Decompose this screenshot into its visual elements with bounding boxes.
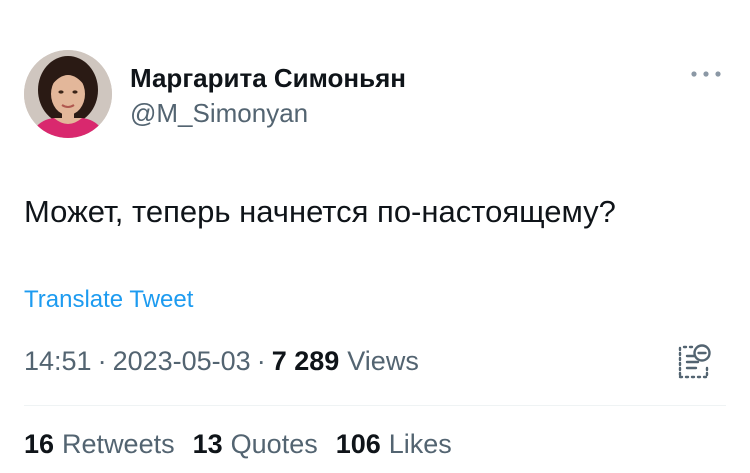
- retweets-stat[interactable]: 16 Retweets: [24, 426, 175, 462]
- more-dots-icon: [691, 71, 721, 77]
- avatar-image: [24, 50, 112, 138]
- retweets-count: 16: [24, 429, 55, 459]
- tweet-time[interactable]: 14:51: [24, 343, 92, 379]
- tweet-stats: 16 Retweets 13 Quotes 106 Likes: [24, 426, 470, 462]
- quotes-stat[interactable]: 13 Quotes: [193, 426, 318, 462]
- quotes-count: 13: [192, 429, 223, 459]
- author-handle[interactable]: @M_Simonyan: [130, 97, 308, 129]
- likes-count: 106: [335, 429, 381, 459]
- author-name[interactable]: Маргарита Симоньян: [130, 62, 406, 94]
- divider: [24, 405, 726, 406]
- avatar[interactable]: [24, 50, 112, 138]
- translate-tweet-link[interactable]: Translate Tweet: [24, 285, 193, 315]
- retweets-label: Retweets: [62, 429, 175, 459]
- quotes-label: Quotes: [230, 429, 318, 459]
- analytics-button[interactable]: [676, 342, 712, 382]
- analytics-icon: [678, 344, 711, 379]
- more-options-button[interactable]: [688, 62, 724, 86]
- meta-separator: ·: [97, 346, 107, 376]
- tweet-date[interactable]: 2023-05-03: [113, 343, 251, 379]
- tweet-card: Маргарита Симоньян @M_Simonyan Может, те…: [0, 0, 750, 473]
- views-count: 7 289: [271, 346, 340, 376]
- tweet-text: Может, теперь начнется по-настоящему?: [24, 194, 616, 229]
- meta-separator: ·: [256, 346, 266, 376]
- views-label: Views: [347, 346, 419, 376]
- likes-stat[interactable]: 106 Likes: [336, 426, 452, 462]
- tweet-meta: 14:51 · 2023-05-03 · 7 289 Views: [24, 343, 419, 379]
- likes-label: Likes: [388, 429, 452, 459]
